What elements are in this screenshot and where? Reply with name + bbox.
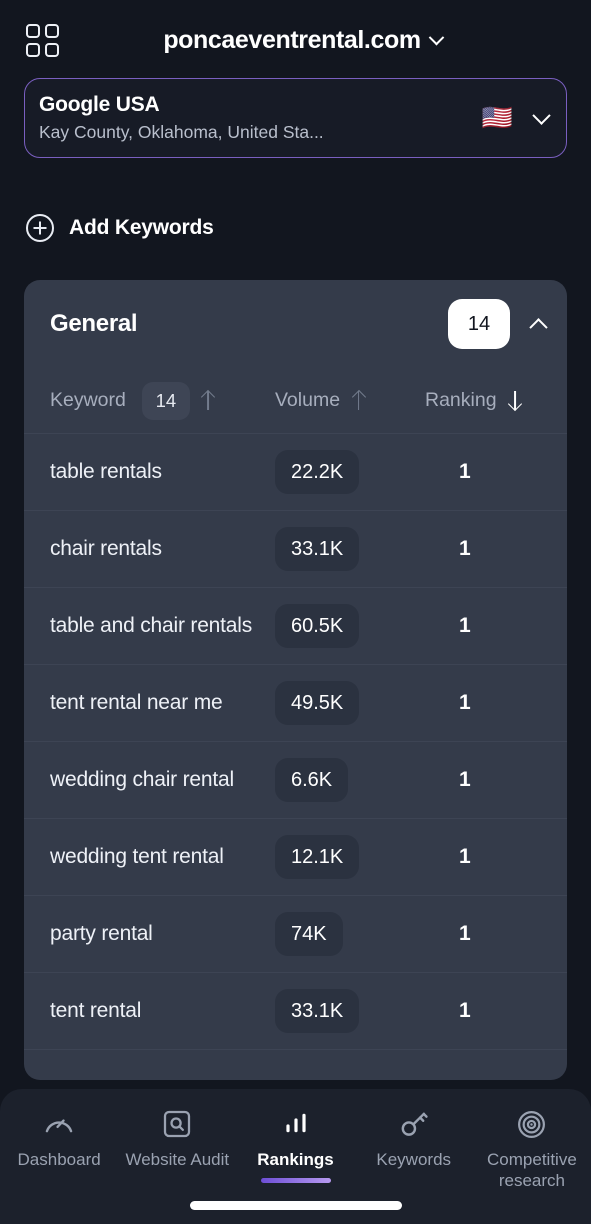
- table-row[interactable]: table rentals 22.2K 1: [24, 434, 567, 511]
- cell-volume: 6.6K: [275, 758, 425, 802]
- cell-keyword: tent rental: [50, 999, 142, 1022]
- search-box-icon: [161, 1107, 193, 1141]
- table-row[interactable]: tent rental near me 49.5K 1: [24, 665, 567, 742]
- cell-volume: 22.2K: [275, 450, 425, 494]
- cell-keyword: tent rental near me: [50, 691, 223, 714]
- column-header-volume-label: Volume: [275, 389, 341, 411]
- bar-chart-icon: [280, 1107, 312, 1141]
- cell-ranking: 1: [459, 537, 471, 560]
- nav-label-rankings: Rankings: [257, 1150, 334, 1169]
- keyword-group-card: General 14 Keyword 14 Volume Ranking tab…: [24, 280, 567, 1080]
- table-row[interactable]: wedding chair rental 6.6K 1: [24, 742, 567, 819]
- arrow-down-icon[interactable]: [509, 391, 522, 410]
- volume-pill: 33.1K: [275, 527, 360, 571]
- site-name: poncaeventrental.com: [163, 25, 421, 54]
- site-selector[interactable]: poncaeventrental.com: [78, 26, 527, 55]
- column-header-volume[interactable]: Volume: [275, 389, 425, 412]
- keyword-count-badge: 14: [141, 381, 190, 420]
- column-header-ranking[interactable]: Ranking: [425, 389, 545, 412]
- cell-volume: 60.5K: [275, 604, 425, 648]
- table-row[interactable]: table and chair rentals 60.5K 1: [24, 588, 567, 665]
- keyword-group-header[interactable]: General 14: [24, 280, 567, 368]
- plus-circle-icon: [26, 214, 54, 242]
- active-tab-indicator: [260, 1178, 331, 1184]
- keyword-table-body: table rentals 22.2K 1 chair rentals 33.1K 1 ta…: [24, 434, 567, 1050]
- volume-pill: 60.5K: [275, 604, 360, 648]
- cell-volume: 33.1K: [275, 989, 425, 1033]
- gauge-icon: [42, 1107, 76, 1141]
- cell-keyword: table and chair rentals: [50, 614, 253, 637]
- arrow-up-icon[interactable]: [352, 391, 365, 410]
- cell-volume: 49.5K: [275, 681, 425, 725]
- table-row[interactable]: party rental 74K 1: [24, 896, 567, 973]
- nav-label-competitive-research: Competitive research: [487, 1150, 577, 1191]
- nav-item-rankings[interactable]: Rankings: [236, 1107, 354, 1184]
- cell-keyword: party rental: [50, 922, 153, 945]
- location-engine: Google USA: [39, 92, 160, 116]
- group-count-badge: 14: [448, 299, 510, 349]
- location-selector-card[interactable]: Google USA Kay County, Oklahoma, United …: [24, 78, 567, 158]
- target-icon: [515, 1107, 548, 1141]
- cell-ranking: 1: [459, 614, 471, 637]
- cell-ranking: 1: [459, 691, 471, 714]
- cell-ranking: 1: [459, 460, 471, 483]
- cell-keyword: table rentals: [50, 460, 162, 483]
- flag-icon: 🇺🇸: [481, 103, 513, 132]
- column-header-keyword[interactable]: Keyword 14: [50, 381, 271, 420]
- chevron-down-icon[interactable]: [532, 105, 551, 125]
- nav-label-dashboard: Dashboard: [17, 1150, 101, 1169]
- cell-volume: 12.1K: [275, 835, 425, 879]
- cell-volume: 33.1K: [275, 527, 425, 571]
- arrow-up-icon[interactable]: [202, 391, 215, 410]
- cell-keyword: chair rentals: [50, 537, 162, 560]
- volume-pill: 33.1K: [275, 989, 360, 1033]
- nav-label-keywords: Keywords: [376, 1150, 452, 1169]
- cell-volume: 74K: [275, 912, 425, 956]
- home-indicator: [189, 1201, 402, 1210]
- nav-item-keywords[interactable]: Keywords: [355, 1107, 473, 1170]
- volume-pill: 12.1K: [275, 835, 360, 879]
- cell-ranking: 1: [459, 845, 471, 868]
- cell-keyword: wedding tent rental: [50, 845, 224, 868]
- location-text: Google USA Kay County, Oklahoma, United …: [39, 92, 482, 145]
- table-row[interactable]: wedding tent rental 12.1K 1: [24, 819, 567, 896]
- nav-label-website-audit: Website Audit: [125, 1150, 230, 1169]
- volume-pill: 22.2K: [275, 450, 360, 494]
- table-row[interactable]: chair rentals 33.1K 1: [24, 511, 567, 588]
- column-header-ranking-label: Ranking: [425, 389, 497, 411]
- app-screen: poncaeventrental.com Google USA Kay Coun…: [0, 0, 591, 1224]
- nav-item-competitive-research[interactable]: Competitive research: [473, 1107, 591, 1192]
- cell-ranking: 1: [459, 768, 471, 791]
- cell-keyword: wedding chair rental: [50, 768, 234, 791]
- table-row[interactable]: tent rental 33.1K 1: [24, 973, 567, 1050]
- location-region: Kay County, Oklahoma, United Sta...: [39, 121, 324, 142]
- add-keywords-button[interactable]: Add Keywords: [0, 208, 591, 248]
- cell-ranking: 1: [459, 922, 471, 945]
- top-header: poncaeventrental.com: [0, 0, 591, 80]
- volume-pill: 49.5K: [275, 681, 360, 725]
- volume-pill: 74K: [275, 912, 343, 956]
- volume-pill: 6.6K: [275, 758, 349, 802]
- key-icon: [397, 1107, 431, 1141]
- add-keywords-label: Add Keywords: [69, 216, 214, 239]
- bottom-navigation: Dashboard Website Audit Rankings Keyword…: [0, 1089, 591, 1224]
- column-header-keyword-label: Keyword: [50, 389, 126, 411]
- group-title: General: [50, 310, 138, 337]
- chevron-up-icon[interactable]: [529, 317, 548, 337]
- chevron-down-icon: [428, 29, 444, 45]
- nav-item-website-audit[interactable]: Website Audit: [118, 1107, 236, 1170]
- cell-ranking: 1: [459, 999, 471, 1022]
- table-header-row: Keyword 14 Volume Ranking: [24, 368, 567, 434]
- apps-grid-icon[interactable]: [20, 18, 64, 62]
- nav-item-dashboard[interactable]: Dashboard: [0, 1107, 118, 1170]
